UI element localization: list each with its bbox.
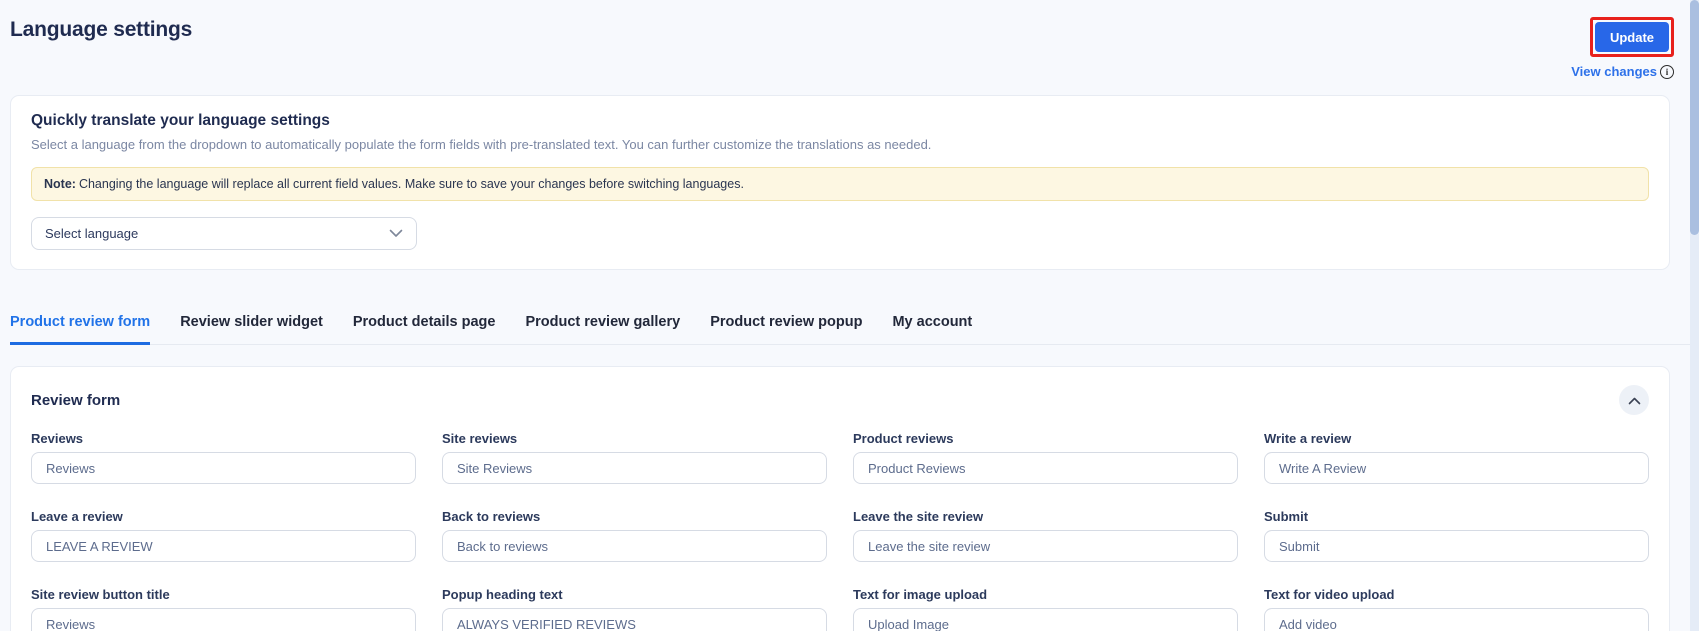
submit-input[interactable]	[1264, 530, 1649, 562]
site-reviews-input[interactable]	[442, 452, 827, 484]
field-leave-a-review: Leave a review	[31, 509, 416, 562]
tab-review-slider-widget[interactable]: Review slider widget	[180, 314, 323, 345]
field-label: Back to reviews	[442, 509, 541, 524]
language-settings-page: Language settings Update View changes i …	[0, 0, 1699, 631]
update-button[interactable]: Update	[1594, 22, 1669, 52]
field-site-review-button-title: Site review button title	[31, 587, 416, 631]
field-popup-heading-text: Popup heading text	[442, 587, 827, 631]
back-to-reviews-input[interactable]	[442, 530, 827, 562]
view-changes-label: View changes	[1571, 64, 1657, 79]
quick-translate-card: Quickly translate your language settings…	[10, 95, 1670, 270]
tab-product-details-page[interactable]: Product details page	[353, 314, 496, 345]
leave-the-site-review-input[interactable]	[853, 530, 1238, 562]
text-for-video-upload-input[interactable]	[1264, 608, 1649, 631]
note-text: Changing the language will replace all c…	[78, 177, 744, 191]
leave-a-review-input[interactable]	[31, 530, 416, 562]
tab-product-review-popup[interactable]: Product review popup	[710, 314, 862, 345]
field-label: Submit	[1264, 509, 1309, 524]
page-scrollbar-track[interactable]	[1690, 0, 1699, 631]
field-submit: Submit	[1264, 509, 1649, 562]
field-label: Reviews	[31, 431, 84, 446]
field-label: Leave the site review	[853, 509, 984, 524]
chevron-down-icon	[389, 226, 403, 241]
review-form-heading: Review form	[31, 391, 121, 409]
field-label: Site review button title	[31, 587, 170, 602]
field-label: Leave a review	[31, 509, 123, 524]
field-label: Write a review	[1264, 431, 1352, 446]
reviews-input[interactable]	[31, 452, 416, 484]
write-a-review-input[interactable]	[1264, 452, 1649, 484]
tab-my-account[interactable]: My account	[892, 314, 972, 345]
review-form-header: Review form	[31, 385, 1649, 415]
note-label: Note:	[44, 177, 76, 191]
view-changes-link[interactable]: View changes i	[1571, 64, 1674, 79]
note-banner: Note: Changing the language will replace …	[31, 167, 1649, 201]
field-back-to-reviews: Back to reviews	[442, 509, 827, 562]
field-label: Text for image upload	[853, 587, 988, 602]
page-title: Language settings	[10, 18, 193, 41]
field-site-reviews: Site reviews	[442, 431, 827, 484]
field-text-for-image-upload: Text for image upload	[853, 587, 1238, 631]
tab-product-review-form[interactable]: Product review form	[10, 314, 151, 345]
text-for-image-upload-input[interactable]	[853, 608, 1238, 631]
red-annotation-box: Update	[1589, 17, 1674, 57]
field-product-reviews: Product reviews	[853, 431, 1238, 484]
field-leave-the-site-review: Leave the site review	[853, 509, 1238, 562]
tab-bar: Product review form Review slider widget…	[10, 314, 1690, 345]
translate-card-heading: Quickly translate your language settings	[31, 112, 330, 129]
language-select-value: Select language	[45, 226, 139, 241]
tab-product-review-gallery[interactable]: Product review gallery	[525, 314, 680, 345]
popup-heading-text-input[interactable]	[442, 608, 827, 631]
review-form-card: Review form Reviews Site reviews Product…	[10, 366, 1670, 631]
product-reviews-input[interactable]	[853, 452, 1238, 484]
field-label: Product reviews	[853, 431, 954, 446]
field-text-for-video-upload: Text for video upload	[1264, 587, 1649, 631]
translate-card-description: Select a language from the dropdown to a…	[31, 137, 932, 152]
collapse-section-button[interactable]	[1619, 385, 1649, 415]
field-reviews: Reviews	[31, 431, 416, 484]
field-label: Text for video upload	[1264, 587, 1395, 602]
chevron-up-icon	[1628, 393, 1641, 408]
header-actions: Update View changes i	[1571, 17, 1674, 79]
site-review-button-title-input[interactable]	[31, 608, 416, 631]
language-select[interactable]: Select language	[31, 217, 417, 250]
info-icon[interactable]: i	[1660, 64, 1674, 79]
field-label: Site reviews	[442, 431, 518, 446]
review-form-fields: Reviews Site reviews Product reviews Wri…	[31, 431, 1649, 631]
field-label: Popup heading text	[442, 587, 563, 602]
page-scrollbar-thumb[interactable]	[1690, 0, 1699, 235]
field-write-a-review: Write a review	[1264, 431, 1649, 484]
